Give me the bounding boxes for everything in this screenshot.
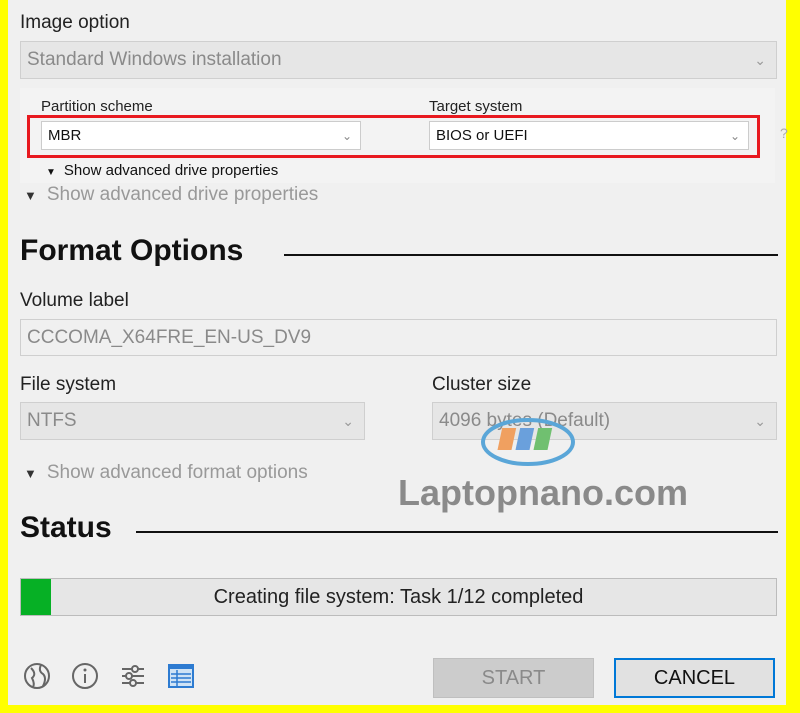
- format-options-heading: Format Options: [20, 234, 244, 267]
- chevron-down-icon: ▼: [24, 188, 37, 203]
- volume-label-label: Volume label: [20, 290, 129, 311]
- log-icon[interactable]: [166, 661, 196, 691]
- help-icon[interactable]: ?: [780, 125, 788, 141]
- advanced-drive-inner-text: Show advanced drive properties: [63, 162, 279, 179]
- globe-icon[interactable]: [22, 661, 52, 691]
- image-option-select[interactable]: Standard Windows installation ⌄: [20, 41, 777, 79]
- target-value: BIOS or UEFI: [436, 127, 528, 144]
- chevron-down-icon: ⌄: [342, 412, 354, 429]
- image-option-label: Image option: [20, 12, 130, 33]
- advanced-drive-toggle[interactable]: ▼ Show advanced drive properties: [24, 184, 318, 206]
- status-heading: Status: [20, 511, 112, 544]
- target-system-select[interactable]: BIOS or UEFI ⌄: [429, 121, 749, 150]
- cluster-size-label: Cluster size: [432, 374, 532, 395]
- start-button[interactable]: START: [433, 658, 594, 698]
- partition-value: MBR: [48, 127, 82, 144]
- divider: [284, 254, 778, 256]
- target-system-label: Target system: [429, 98, 523, 115]
- file-system-label: File system: [20, 374, 117, 395]
- watermark-text: Laptopnano.com: [398, 472, 688, 513]
- file-system-value: NTFS: [27, 410, 77, 431]
- file-system-select[interactable]: NTFS ⌄: [20, 402, 365, 440]
- advanced-format-text: Show advanced format options: [46, 462, 308, 483]
- status-text: Creating file system: Task 1/12 complete…: [213, 585, 584, 608]
- image-option-value: Standard Windows installation: [27, 49, 282, 70]
- advanced-drive-toggle-inner[interactable]: ▼ Show advanced drive properties: [46, 162, 278, 179]
- watermark-logo: [481, 418, 575, 466]
- chevron-down-icon: ▼: [46, 167, 56, 178]
- info-icon[interactable]: [70, 661, 100, 691]
- divider: [136, 531, 778, 533]
- partition-scheme-label: Partition scheme: [41, 98, 153, 115]
- cancel-button[interactable]: CANCEL: [614, 658, 775, 698]
- volume-label-value: CCCOMA_X64FRE_EN-US_DV9: [27, 326, 312, 348]
- chevron-down-icon: ⌄: [341, 128, 352, 143]
- rufus-window: Image option Standard Windows installati…: [8, 0, 788, 705]
- partition-scheme-select[interactable]: MBR ⌄: [41, 121, 361, 150]
- volume-label-input[interactable]: CCCOMA_X64FRE_EN-US_DV9: [20, 319, 777, 356]
- chevron-down-icon: ⌄: [754, 51, 766, 68]
- chevron-down-icon: ▼: [24, 466, 37, 481]
- chevron-down-icon: ⌄: [754, 412, 766, 429]
- advanced-drive-text: Show advanced drive properties: [46, 184, 319, 205]
- advanced-format-toggle[interactable]: ▼ Show advanced format options: [24, 462, 308, 484]
- settings-sliders-icon[interactable]: [118, 661, 148, 691]
- progress-bar: Creating file system: Task 1/12 complete…: [20, 578, 777, 616]
- chevron-down-icon: ⌄: [729, 128, 740, 143]
